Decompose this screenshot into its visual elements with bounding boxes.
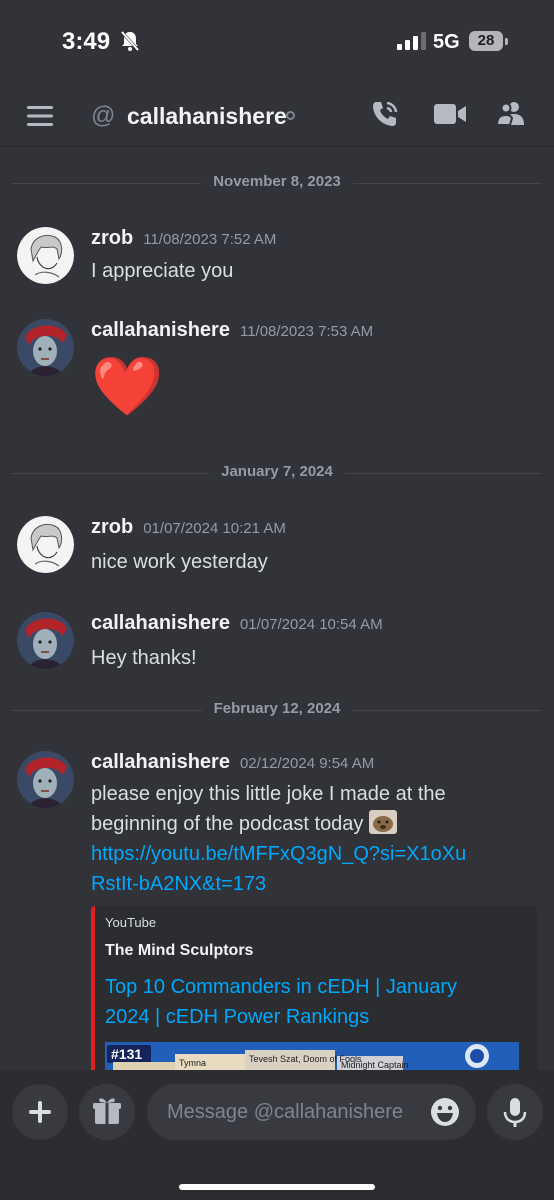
thumbnail-card-name: Tymna [179, 1058, 206, 1068]
link-embed[interactable]: YouTube The Mind Sculptors Top 10 Comman… [91, 906, 537, 1076]
date-divider-label: January 7, 2024 [209, 463, 345, 480]
message-meta: callahanishere 01/07/2024 10:54 AM [91, 612, 383, 635]
emoji-icon[interactable] [430, 1097, 460, 1127]
voice-call-icon[interactable] [370, 99, 400, 129]
message-meta: zrob 01/07/2024 10:21 AM [91, 516, 286, 539]
gift-button[interactable] [79, 1084, 135, 1140]
avatar-callahanishere[interactable] [17, 612, 74, 669]
members-icon[interactable] [496, 99, 526, 127]
timestamp: 11/08/2023 7:52 AM [143, 231, 277, 248]
menu-icon[interactable] [27, 106, 53, 126]
message-text: please enjoy this little joke I made at … [91, 779, 471, 899]
add-attachment-button[interactable] [12, 1084, 68, 1140]
username[interactable]: callahanishere [91, 319, 230, 341]
date-divider-label: November 8, 2023 [201, 173, 353, 190]
video-call-icon[interactable] [434, 102, 466, 126]
avatar-callahanishere[interactable] [17, 751, 74, 808]
status-time: 3:49 [62, 28, 111, 55]
home-indicator[interactable] [179, 1184, 375, 1190]
voice-message-button[interactable] [487, 1084, 543, 1140]
thumbnail-badge: #131 [111, 1046, 142, 1062]
message-text: I appreciate you [91, 260, 234, 282]
heart-emoji: ❤️ [91, 352, 164, 420]
status-bar: 3:49 5G 28 [0, 0, 554, 80]
thumbnail-card-name: Midnight Captain [341, 1060, 409, 1070]
timestamp: 02/12/2024 9:54 AM [239, 755, 375, 772]
username[interactable]: zrob [91, 227, 133, 249]
message-input-placeholder: Message @callahanishere [167, 1101, 403, 1123]
dog-emoji-icon [369, 810, 397, 834]
avatar-zrob[interactable] [17, 516, 74, 573]
timestamp: 01/07/2024 10:21 AM [143, 520, 286, 537]
avatar-zrob[interactable] [17, 227, 74, 284]
offline-status-icon [286, 111, 295, 120]
plus-icon [29, 1101, 51, 1123]
embed-author[interactable]: The Mind Sculptors [105, 942, 253, 960]
gift-icon [93, 1098, 121, 1124]
avatar-callahanishere[interactable] [17, 319, 74, 376]
username[interactable]: callahanishere [91, 751, 230, 773]
embed-title[interactable]: Top 10 Commanders in cEDH | January 2024… [105, 972, 505, 1032]
date-divider: February 12, 2024 [12, 700, 542, 720]
timestamp: 01/07/2024 10:54 AM [239, 616, 383, 633]
battery-icon: 28 [469, 31, 503, 51]
timestamp: 11/08/2023 7:53 AM [239, 323, 374, 340]
bell-muted-icon [120, 31, 140, 51]
signal-icon [397, 32, 426, 50]
channel-header: @ callahanishere [0, 80, 554, 147]
message-meta: callahanishere 11/08/2023 7:53 AM [91, 319, 373, 342]
channel-title[interactable]: callahanishere [127, 103, 287, 130]
message-text: nice work yesterday [91, 551, 268, 573]
battery-level: 28 [477, 32, 495, 49]
username[interactable]: zrob [91, 516, 133, 538]
youtube-link[interactable]: https://youtu.be/tMFFxQ3gN_Q?si=X1oXuRst… [91, 843, 466, 895]
embed-provider: YouTube [105, 915, 157, 930]
date-divider: November 8, 2023 [12, 173, 542, 193]
message-input[interactable]: Message @callahanishere [147, 1084, 476, 1140]
date-divider: January 7, 2024 [12, 463, 542, 483]
network-type: 5G [433, 31, 460, 53]
at-icon: @ [91, 102, 116, 129]
message-text: Hey thanks! [91, 647, 197, 669]
microphone-icon [503, 1098, 527, 1127]
message-meta: zrob 11/08/2023 7:52 AM [91, 227, 276, 250]
date-divider-label: February 12, 2024 [201, 700, 353, 717]
battery-tip [505, 38, 508, 45]
message-meta: callahanishere 02/12/2024 9:54 AM [91, 751, 374, 774]
username[interactable]: callahanishere [91, 612, 230, 634]
message-composer: Message @callahanishere [0, 1070, 554, 1200]
